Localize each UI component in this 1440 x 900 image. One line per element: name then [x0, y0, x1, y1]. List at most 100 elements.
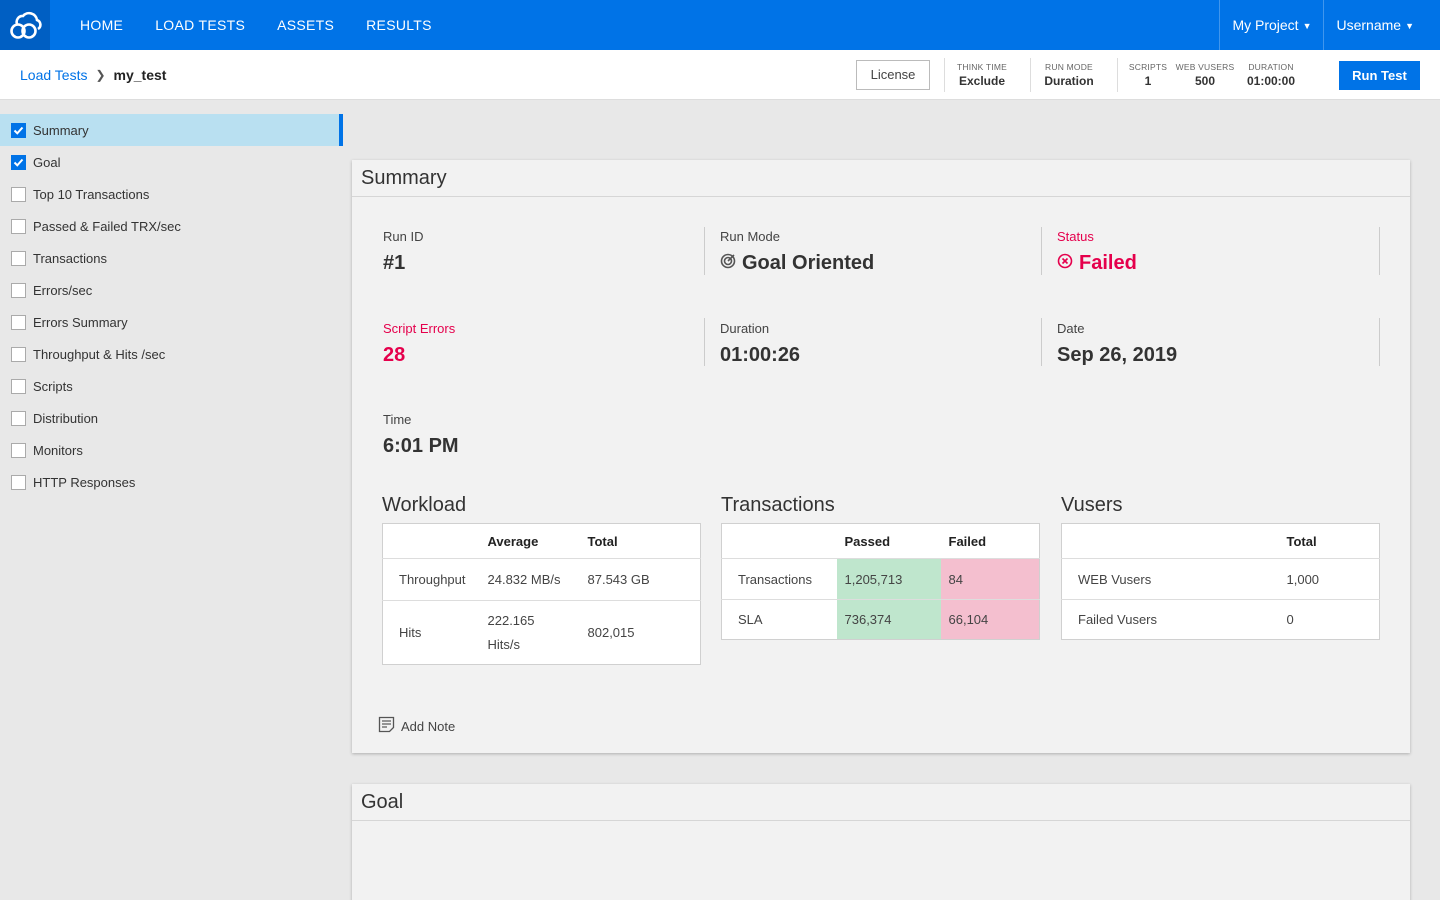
table-row: Failed Vusers 0 [1062, 600, 1380, 640]
time-field: Time 6:01 PM [383, 412, 459, 458]
table-header-row: Passed Failed [721, 523, 1040, 559]
run-test-button[interactable]: Run Test [1339, 61, 1420, 90]
date-value: Sep 26, 2019 [1057, 344, 1178, 366]
sidebar-item-label: Errors Summary [33, 314, 128, 330]
duration-field: Duration 01:00:26 [720, 321, 800, 367]
run-id-value: #1 [383, 252, 423, 275]
sidebar-item-transactions[interactable]: Transactions [0, 242, 343, 274]
checkbox[interactable] [11, 474, 26, 490]
checkbox[interactable] [11, 218, 26, 234]
stat-label: RUN MODE [1045, 62, 1093, 72]
add-note-button[interactable]: Add Note [378, 716, 455, 736]
row-total: 0 [1286, 612, 1294, 627]
sidebar-item-label: Monitors [33, 442, 83, 458]
row-average: 24.832 MB/s [487, 558, 588, 601]
sidebar-item-label: Throughput & Hits /sec [33, 346, 166, 362]
sidebar-item-top-10-transactions[interactable]: Top 10 Transactions [0, 178, 343, 210]
stat-label: THINK TIME [956, 62, 1007, 72]
chevron-right-icon: ❯ [95, 68, 106, 82]
row-name: Failed Vusers [1078, 612, 1157, 627]
run-mode-value: Goal Oriented [720, 252, 874, 275]
divider [1379, 318, 1380, 366]
row-failed: 66,104 [940, 599, 1040, 640]
test-header-bar: Load Tests ❯ my_test License THINK TIME … [0, 50, 1440, 100]
checkbox[interactable] [11, 122, 26, 138]
logo-icon[interactable] [0, 0, 50, 50]
header-failed: Failed [940, 523, 1040, 559]
divider [944, 58, 945, 92]
header-blank [1061, 523, 1287, 559]
sidebar-item-label: Distribution [33, 410, 99, 426]
license-button[interactable]: License [856, 60, 930, 90]
breadcrumb-load-tests[interactable]: Load Tests [20, 67, 87, 83]
row-failed: 84 [940, 558, 1040, 600]
date-label: Date [1057, 321, 1085, 336]
run-id-label: Run ID [383, 229, 424, 244]
checkbox[interactable] [11, 314, 26, 330]
sidebar-item-label: Summary [33, 122, 89, 138]
header-total: Total [1286, 523, 1380, 559]
checkbox[interactable] [11, 442, 26, 458]
duration-label: Duration [720, 321, 770, 336]
divider [1041, 318, 1042, 366]
sidebar-item-errors-summary[interactable]: Errors Summary [0, 306, 343, 338]
header-total: Total [587, 523, 701, 559]
checkbox[interactable] [11, 154, 26, 170]
checkbox[interactable] [11, 250, 26, 266]
sidebar-item-throughput-hits-sec[interactable]: Throughput & Hits /sec [0, 338, 343, 370]
checkbox[interactable] [11, 378, 26, 394]
script-errors-label: Script Errors [383, 321, 456, 336]
nav-results[interactable]: RESULTS [350, 0, 448, 50]
divider [704, 227, 705, 275]
sidebar-item-summary[interactable]: Summary [0, 114, 343, 146]
time-value: 6:01 PM [383, 435, 459, 457]
checkbox[interactable] [11, 282, 26, 298]
goal-panel: Goal [352, 784, 1410, 900]
workload-table: Average Total Throughput 24.832 MB/s 87.… [382, 523, 701, 665]
sidebar-item-monitors[interactable]: Monitors [0, 434, 343, 466]
row-passed: 1,205,713 [836, 558, 941, 600]
row-total: 87.543 GB [587, 558, 701, 601]
run-mode-field: Run Mode Goal Oriented [720, 229, 874, 275]
breadcrumb-current: my_test [113, 67, 167, 83]
checkbox[interactable] [11, 186, 26, 202]
target-icon [720, 252, 736, 275]
table-row: WEB Vusers 1,000 [1061, 558, 1380, 600]
nav-home[interactable]: HOME [64, 0, 139, 50]
nav-assets[interactable]: ASSETS [261, 0, 350, 50]
sidebar-item-scripts[interactable]: Scripts [0, 370, 343, 402]
status-label: Status [1057, 229, 1094, 244]
project-dropdown[interactable]: My Project ▼ [1219, 0, 1323, 50]
sidebar-item-passed-failed-trx-sec[interactable]: Passed & Failed TRX/sec [0, 210, 343, 242]
sidebar-item-errors-sec[interactable]: Errors/sec [0, 274, 343, 306]
stat-value: 500 [1194, 74, 1216, 88]
sidebar-item-distribution[interactable]: Distribution [0, 402, 343, 434]
sidebar-item-http-responses[interactable]: HTTP Responses [0, 466, 343, 498]
stat-web-vusers: WEB VUSERS 500 [1175, 62, 1235, 88]
user-dropdown[interactable]: Username ▼ [1323, 0, 1440, 50]
run-id-field: Run ID #1 [383, 229, 423, 275]
project-name: My Project [1232, 17, 1299, 33]
run-mode-text: Goal Oriented [742, 252, 875, 274]
nav-load-tests[interactable]: LOAD TESTS [139, 0, 261, 50]
table-row: Hits 222.165 Hits/s 802,015 [383, 601, 701, 665]
add-note-label: Add Note [401, 718, 456, 734]
sidebar-item-label: HTTP Responses [33, 474, 136, 490]
row-average: 222.165 Hits/s [487, 612, 535, 652]
error-circle-icon [1057, 252, 1073, 275]
sidebar-item-goal[interactable]: Goal [0, 146, 343, 178]
stat-value: 1 [1144, 74, 1152, 88]
time-label: Time [383, 412, 412, 427]
top-nav: HOME LOAD TESTS ASSETS RESULTS My Projec… [0, 0, 1440, 50]
sidebar-item-label: Errors/sec [33, 282, 93, 298]
status-text: Failed [1079, 252, 1137, 274]
run-id-text: #1 [383, 252, 406, 274]
date-field: Date Sep 26, 2019 [1057, 321, 1177, 367]
stat-duration: DURATION 01:00:00 [1240, 62, 1302, 88]
divider [1379, 227, 1380, 275]
checkbox[interactable] [11, 346, 26, 362]
report-sections-sidebar: Summary Goal Top 10 Transactions Passed & F… [0, 114, 343, 498]
checkbox[interactable] [11, 410, 26, 426]
sidebar-item-label: Top 10 Transactions [33, 186, 150, 202]
table-row: SLA 736,374 66,104 [722, 599, 1040, 640]
